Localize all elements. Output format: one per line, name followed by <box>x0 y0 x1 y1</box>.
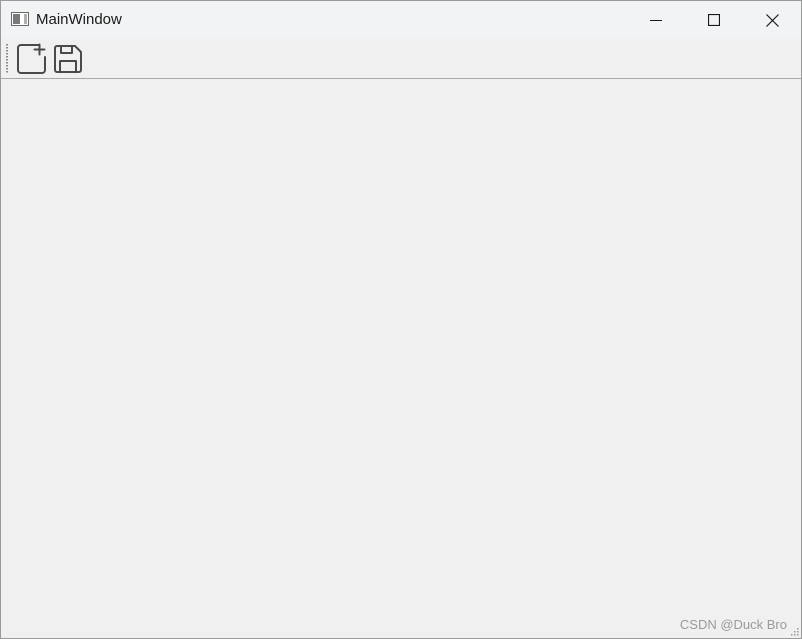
central-widget: CSDN @Duck Bro <box>1 79 801 638</box>
toolbar-grip-handle[interactable] <box>6 44 8 74</box>
minimize-button[interactable] <box>627 1 685 39</box>
maximize-icon <box>708 14 720 26</box>
title-bar[interactable]: MainWindow <box>1 1 801 39</box>
app-window-icon <box>11 12 29 26</box>
maximize-button[interactable] <box>685 1 743 39</box>
new-file-icon <box>17 43 46 74</box>
close-button[interactable] <box>743 1 801 39</box>
save-button[interactable] <box>51 42 85 76</box>
minimize-icon <box>650 20 662 21</box>
main-toolbar <box>1 39 801 79</box>
watermark-text: CSDN @Duck Bro <box>679 617 787 632</box>
window-title: MainWindow <box>36 11 122 28</box>
save-icon <box>54 45 82 73</box>
main-window: MainWindow CSDN @Duck Bro <box>0 0 802 639</box>
new-file-button[interactable] <box>14 42 48 76</box>
size-grip-icon[interactable] <box>789 626 799 636</box>
close-icon <box>765 13 779 27</box>
